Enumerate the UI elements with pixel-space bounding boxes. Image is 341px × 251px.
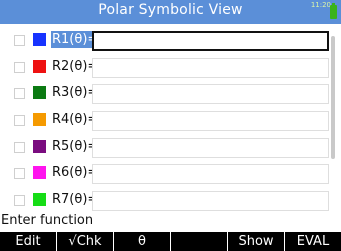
- function-input-r2[interactable]: [92, 57, 329, 78]
- enable-checkbox-r1[interactable]: [14, 35, 25, 46]
- function-input-r5[interactable]: [92, 137, 329, 158]
- function-list: R1(θ)= R2(θ)= R3(θ)= R4(θ)= R5(θ)= R6(θ)…: [0, 28, 341, 215]
- function-input-r1[interactable]: [92, 31, 329, 51]
- function-row-r5[interactable]: R5(θ)=: [0, 135, 341, 162]
- clock-text: 11:20: [310, 1, 331, 9]
- function-input-r7[interactable]: [92, 191, 329, 212]
- color-swatch-r1[interactable]: [33, 33, 46, 46]
- function-input-r6[interactable]: [92, 164, 329, 185]
- enable-checkbox-r5[interactable]: [14, 141, 25, 153]
- function-input-r3[interactable]: [92, 84, 329, 105]
- scrollbar[interactable]: [331, 36, 335, 159]
- softkey-menu: Edit √Chk θ Show EVAL: [0, 231, 341, 251]
- screen: Polar Symbolic View 11:20 R1(θ)= R2(θ)= …: [0, 0, 341, 251]
- show-softkey[interactable]: Show: [228, 232, 284, 251]
- color-swatch-r4[interactable]: [33, 113, 46, 127]
- color-swatch-r7[interactable]: [33, 193, 46, 207]
- theta-softkey[interactable]: θ: [114, 232, 170, 251]
- blank-softkey[interactable]: [171, 232, 227, 251]
- enable-checkbox-r4[interactable]: [14, 115, 25, 127]
- function-row-r2[interactable]: R2(θ)=: [0, 55, 341, 82]
- status-prompt: Enter function: [1, 213, 94, 228]
- function-row-r3[interactable]: R3(θ)=: [0, 81, 341, 108]
- title-bar: Polar Symbolic View 11:20: [0, 0, 341, 24]
- color-swatch-r2[interactable]: [33, 59, 46, 73]
- function-row-r4[interactable]: R4(θ)=: [0, 108, 341, 135]
- enable-checkbox-r2[interactable]: [14, 61, 25, 73]
- function-row-r6[interactable]: R6(θ)=: [0, 161, 341, 188]
- color-swatch-r5[interactable]: [33, 139, 46, 153]
- edit-softkey[interactable]: Edit: [0, 232, 56, 251]
- function-row-r1[interactable]: R1(θ)=: [0, 28, 341, 55]
- eval-softkey[interactable]: EVAL: [285, 232, 341, 251]
- function-row-r7[interactable]: R7(θ)=: [0, 188, 341, 215]
- color-swatch-r6[interactable]: [33, 166, 46, 180]
- enable-checkbox-r6[interactable]: [14, 168, 25, 180]
- function-input-r4[interactable]: [92, 111, 329, 132]
- battery-icon: [330, 3, 337, 19]
- check-softkey[interactable]: √Chk: [57, 232, 113, 251]
- view-title: Polar Symbolic View: [98, 2, 243, 18]
- enable-checkbox-r7[interactable]: [14, 195, 25, 207]
- enable-checkbox-r3[interactable]: [14, 88, 25, 100]
- color-swatch-r3[interactable]: [33, 86, 46, 100]
